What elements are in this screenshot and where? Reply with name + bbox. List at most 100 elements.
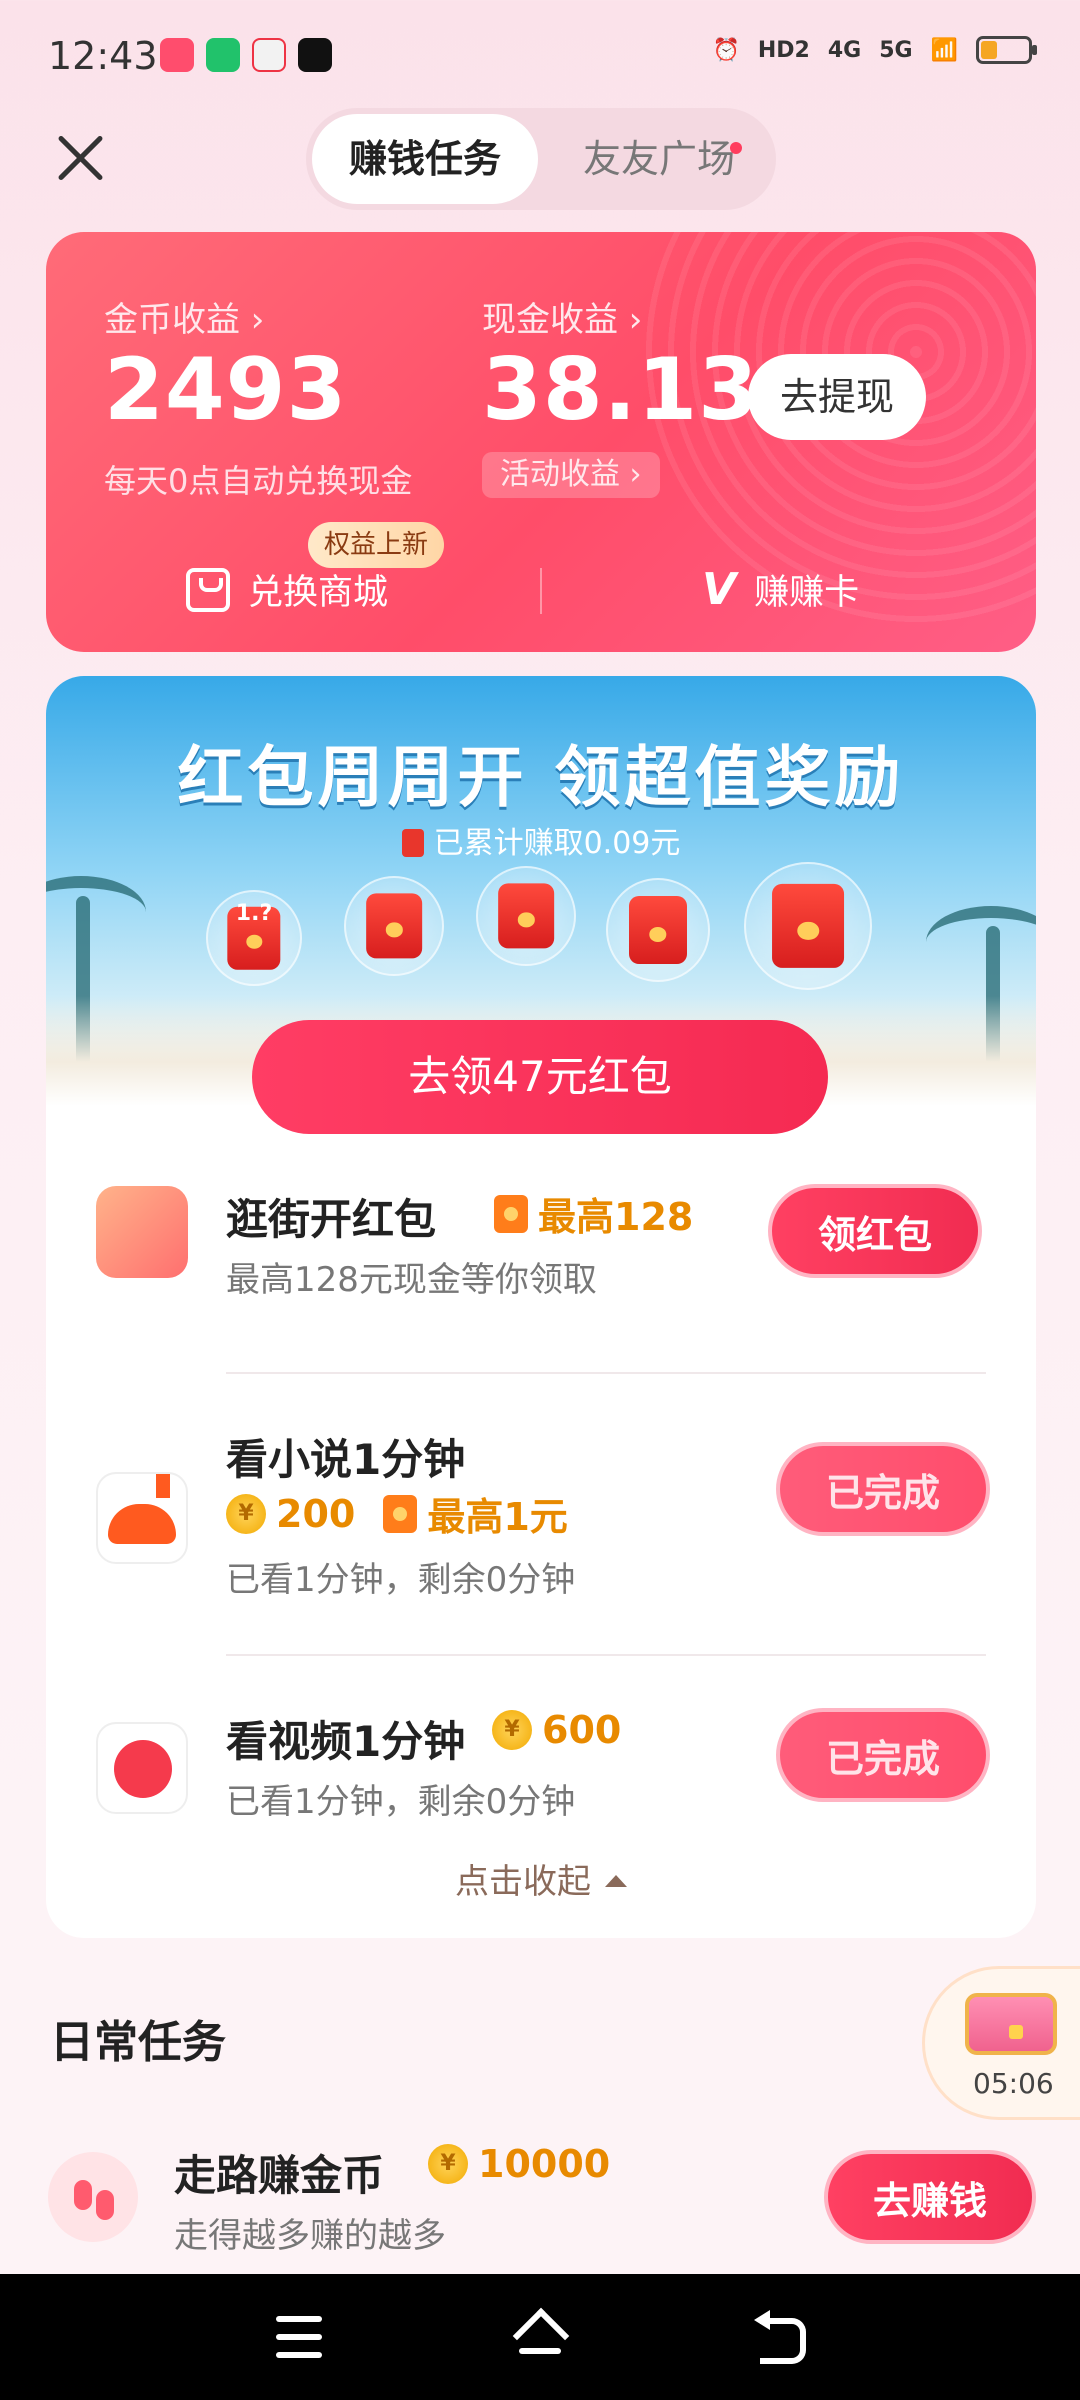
coin-reward-value: 200 — [276, 1491, 356, 1536]
lock-icon — [1009, 2025, 1023, 2039]
task-description: 已看1分钟，剩余0分钟 — [226, 1560, 576, 1600]
close-button[interactable] — [52, 128, 108, 184]
hd-icon: HD2 — [757, 37, 810, 63]
tomato-icon — [108, 1504, 176, 1544]
collapse-label: 点击收起 — [455, 1862, 591, 1902]
menu-line — [276, 2316, 322, 2322]
coin-icon: ¥ — [492, 1710, 532, 1750]
red-packet-icon — [383, 1494, 418, 1533]
task-reward: 最高128 — [494, 1186, 693, 1241]
coin-balance: 2493 — [104, 340, 348, 440]
task-description: 已看1分钟，剩余0分钟 — [226, 1782, 576, 1822]
divider — [226, 1372, 986, 1374]
daily-tasks-heading: 日常任务 — [50, 2017, 226, 2068]
wifi-icon: 📶 — [930, 37, 958, 63]
withdraw-button[interactable]: 去提现 — [748, 354, 926, 440]
menu-line — [276, 2352, 322, 2358]
tab-switch: 赚钱任务 友友广场 — [306, 108, 776, 210]
treasure-chest-widget[interactable]: 05:06 — [922, 1966, 1080, 2120]
new-benefits-badge: 权益上新 — [308, 522, 445, 568]
treasure-chest-icon — [965, 1993, 1057, 2055]
task-reward: ¥ 10000 — [428, 2142, 610, 2186]
5g-signal-icon: 5G — [879, 37, 913, 63]
tab-friend-square[interactable]: 友友广场 — [548, 114, 770, 204]
coin-icon: ¥ — [428, 2144, 468, 2184]
cash-reward-value: 最高1元 — [427, 1495, 568, 1539]
banner-subtitle: 已累计赚取0.09元 — [46, 818, 1036, 862]
chest-timer: 05:06 — [973, 2067, 1054, 2100]
red-packet-bubble[interactable] — [606, 878, 710, 982]
task-title: 看视频1分钟 — [226, 1717, 466, 1766]
shopping-bag-icon — [186, 567, 230, 612]
go-earn-button[interactable]: 去赚钱 — [824, 2150, 1036, 2244]
tab-label: 友友广场 — [582, 137, 735, 181]
red-packet-icon — [498, 883, 554, 949]
notification-dot — [730, 142, 742, 154]
red-packet-icon — [494, 1194, 528, 1233]
novel-app-icon — [96, 1472, 188, 1564]
task-title: 看小说1分钟 — [226, 1435, 466, 1484]
task-row-shopping: 逛街开红包 最高128 最高128元现金等你领取 领红包 — [46, 1184, 1036, 1356]
red-packet-bubble[interactable] — [344, 876, 444, 976]
red-packet-icon — [96, 1186, 188, 1278]
task-reward: ¥ 200 最高1元 — [226, 1486, 568, 1541]
v-card-icon: V — [702, 564, 737, 615]
footprint-shape — [96, 2190, 114, 2220]
notification-app-icon — [160, 38, 194, 72]
status-time: 12:43 — [48, 34, 158, 78]
task-row-video: 看视频1分钟 ¥ 600 已看1分钟，剩余0分钟 已完成 — [46, 1708, 1036, 1848]
cash-earnings-link[interactable]: 现金收益 › — [482, 292, 642, 341]
task-title: 走路赚金币 — [174, 2151, 385, 2200]
earn-card-label: 赚赚卡 — [754, 573, 860, 613]
footprints-icon — [48, 2152, 138, 2242]
back-button[interactable] — [746, 2304, 816, 2370]
task-row-walking: 走路赚金币 ¥ 10000 走得越多赚的越多 去赚钱 — [0, 2126, 1080, 2276]
task-description: 最高128元现金等你领取 — [226, 1260, 597, 1300]
earn-card-link[interactable]: V 赚赚卡 — [702, 564, 859, 615]
activity-earnings-link[interactable]: 活动收益 › — [482, 452, 660, 498]
divider — [226, 1654, 986, 1656]
completed-button[interactable]: 已完成 — [776, 1442, 990, 1536]
completed-button[interactable]: 已完成 — [776, 1708, 990, 1802]
menu-line — [276, 2334, 322, 2340]
red-packet-bubble[interactable] — [744, 862, 872, 990]
red-packet-task-card: 红包周周开 领超值奖励 已累计赚取0.09元 1.? 去领47元红包 逛街开红包… — [46, 676, 1036, 1938]
battery-icon — [976, 36, 1037, 64]
exchange-mall-link[interactable]: 兑换商城 — [186, 564, 388, 615]
tiktok-icon — [298, 38, 332, 72]
menu-button[interactable] — [264, 2304, 334, 2370]
coin-icon: ¥ — [226, 1493, 266, 1534]
red-packet-icon — [401, 829, 424, 857]
system-nav-bar — [0, 2274, 1080, 2400]
coin-reward-value: 10000 — [478, 2142, 611, 2186]
video-app-icon — [96, 1722, 188, 1814]
4g-signal-icon: 4G — [827, 37, 862, 63]
reward-value: 最高128 — [538, 1195, 694, 1239]
earnings-card: 金币收益 › 2493 每天0点自动兑换现金 现金收益 › 38.13 活动收益… — [46, 232, 1036, 652]
red-packet-icon — [772, 883, 844, 969]
tab-earn-tasks[interactable]: 赚钱任务 — [312, 114, 538, 204]
collapse-toggle[interactable]: 点击收起 — [46, 1854, 1036, 1903]
banner-title: 红包周周开 领超值奖励 — [177, 739, 905, 816]
open-red-packet-button[interactable]: 领红包 — [768, 1184, 982, 1278]
cash-balance: 38.13 — [482, 340, 760, 440]
exchange-mall-label: 兑换商城 — [248, 573, 389, 613]
coin-reward-value: 600 — [542, 1708, 622, 1752]
coin-earnings-link[interactable]: 金币收益 › — [104, 292, 264, 341]
task-description: 走得越多赚的越多 — [174, 2216, 446, 2256]
red-packet-bubble[interactable]: 1.? — [206, 890, 302, 986]
red-packet-icon — [629, 896, 687, 964]
task-title: 逛街开红包 — [226, 1195, 437, 1244]
red-packet-bubble[interactable] — [476, 866, 576, 966]
footprint-shape — [74, 2180, 92, 2210]
status-bar: 12:43 ⏰ HD2 4G 5G 📶 — [0, 0, 1080, 110]
task-reward: ¥ 600 — [492, 1708, 621, 1752]
home-button[interactable] — [505, 2304, 575, 2370]
claim-red-packet-button[interactable]: 去领47元红包 — [252, 1020, 828, 1134]
earned-total: 已累计赚取0.09元 — [433, 826, 681, 861]
notification-app-icon — [252, 38, 286, 72]
divider — [540, 568, 542, 614]
alarm-icon: ⏰ — [712, 37, 740, 63]
coin-exchange-note: 每天0点自动兑换现金 — [104, 462, 413, 500]
bookmark-icon — [156, 1474, 170, 1498]
